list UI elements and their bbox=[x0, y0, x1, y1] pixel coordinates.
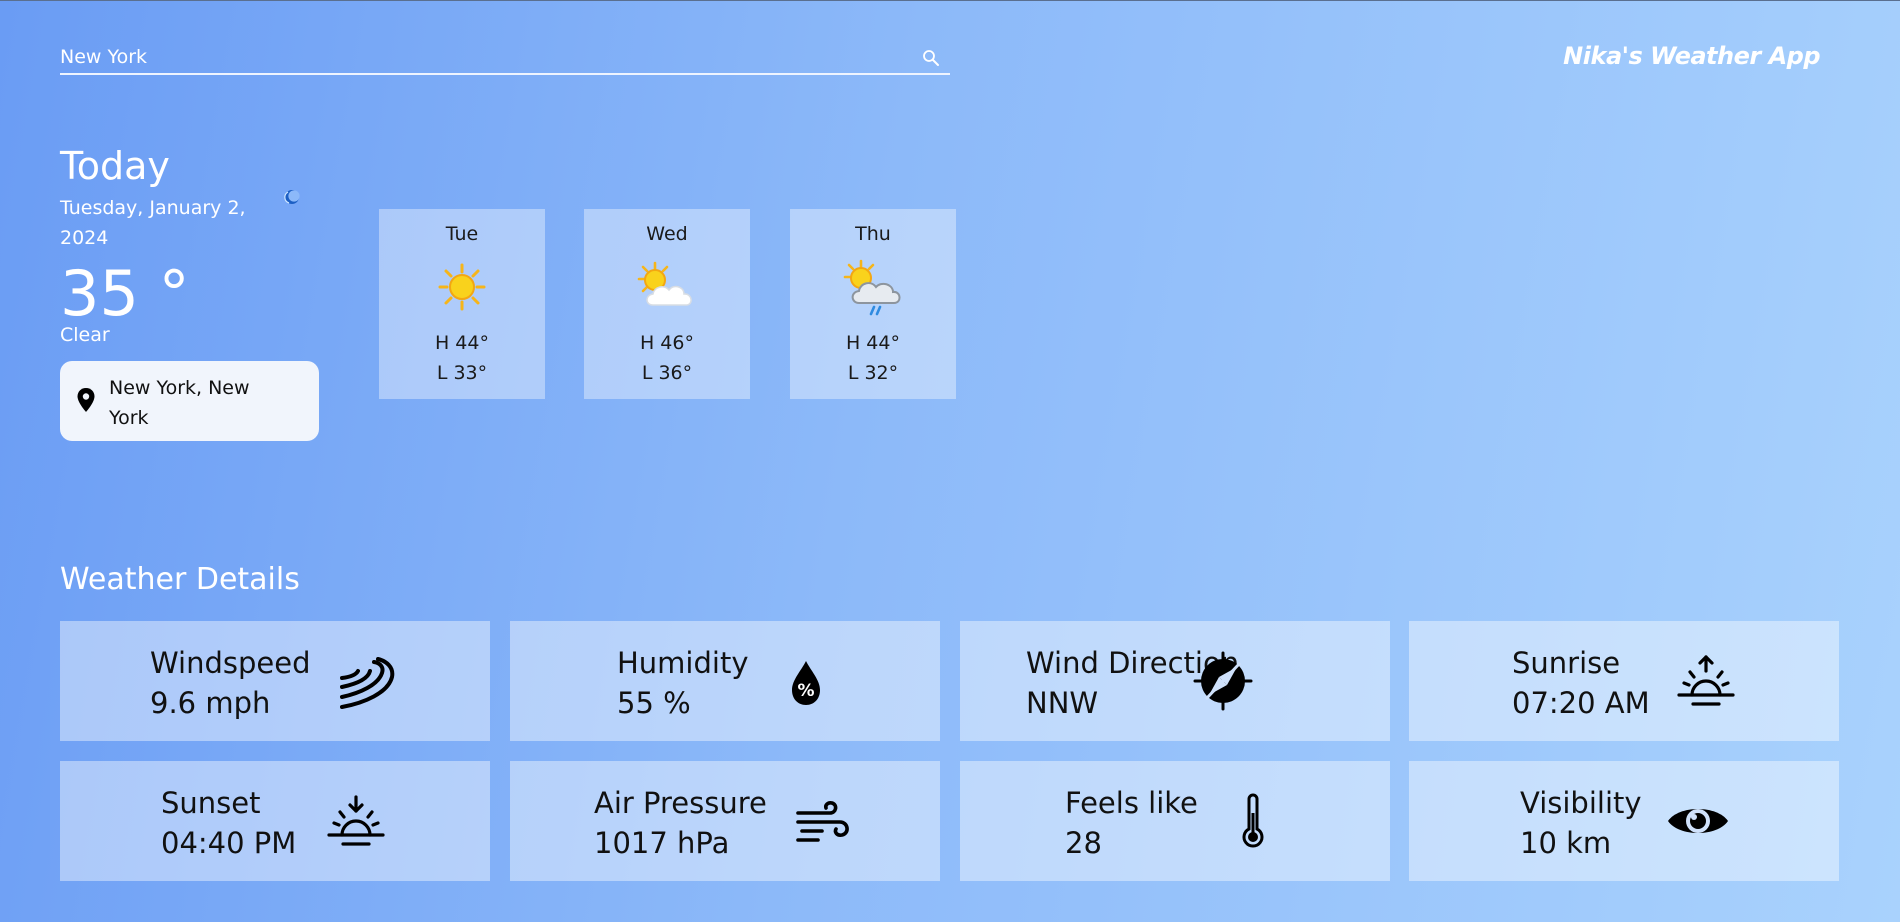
detail-value: 04:40 PM bbox=[161, 826, 297, 860]
eye-icon bbox=[1667, 791, 1729, 851]
today-heading: Today bbox=[60, 144, 170, 188]
detail-card-wind-direction: Wind Direction NNW bbox=[960, 621, 1390, 741]
forecast-card-tue: Tue H 44° L 33° bbox=[379, 209, 545, 399]
forecast-high: H 46° bbox=[639, 332, 694, 354]
detail-value: 28 bbox=[1065, 826, 1102, 860]
forecast-day: Tue bbox=[445, 223, 479, 245]
forecast-low: L 36° bbox=[641, 362, 693, 384]
search-bar bbox=[60, 42, 950, 75]
sunrise-icon bbox=[1675, 651, 1737, 711]
thermometer-icon bbox=[1222, 791, 1284, 851]
detail-card-sunrise: Sunrise 07:20 AM bbox=[1409, 621, 1839, 741]
app-title: Nika's Weather App bbox=[1563, 42, 1820, 70]
detail-label: Humidity bbox=[617, 646, 749, 680]
location-card: New York, New York bbox=[60, 361, 319, 441]
location-label: New York, New York bbox=[109, 377, 250, 429]
detail-card-windspeed: Windspeed 9.6 mph bbox=[60, 621, 490, 741]
detail-value: 07:20 AM bbox=[1512, 686, 1650, 720]
detail-label: Windspeed bbox=[150, 646, 311, 680]
detail-value: 1017 hPa bbox=[594, 826, 730, 860]
detail-card-humidity: Humidity 55 % % bbox=[510, 621, 940, 741]
today-date: Tuesday, January 2, 2024 bbox=[60, 197, 246, 249]
detail-card-feels-like: Feels like 28 bbox=[960, 761, 1390, 881]
sunset-icon bbox=[325, 791, 387, 851]
window-top-border bbox=[0, 0, 1900, 1]
detail-label: Sunset bbox=[161, 786, 261, 820]
detail-label: Feels like bbox=[1065, 786, 1198, 820]
detail-value: 9.6 mph bbox=[150, 686, 271, 720]
partly-cloudy-icon bbox=[631, 257, 703, 317]
forecast-day: Thu bbox=[855, 223, 891, 245]
detail-card-sunset: Sunset 04:40 PM bbox=[60, 761, 490, 881]
detail-card-air-pressure: Air Pressure 1017 hPa bbox=[510, 761, 940, 881]
forecast-card-wed: Wed H 46° L 36° bbox=[584, 209, 750, 399]
current-condition: Clear bbox=[60, 324, 110, 346]
forecast-low: L 33° bbox=[436, 362, 488, 384]
forecast-day: Wed bbox=[646, 223, 688, 245]
detail-value: 55 % bbox=[617, 686, 691, 720]
forecast-card-thu: Thu H 44° L 32° bbox=[790, 209, 956, 399]
compass-icon bbox=[1192, 651, 1254, 711]
forecast-high: H 44° bbox=[434, 332, 489, 354]
moon-icon bbox=[283, 188, 301, 206]
forecast-high: H 44° bbox=[845, 332, 900, 354]
forecast-low: L 32° bbox=[847, 362, 899, 384]
location-pin-icon bbox=[76, 387, 96, 413]
detail-card-visibility: Visibility 10 km bbox=[1409, 761, 1839, 881]
wind-swirl-icon bbox=[336, 651, 398, 711]
svg-text:%: % bbox=[797, 681, 814, 701]
detail-label: Visibility bbox=[1520, 786, 1642, 820]
air-pressure-icon bbox=[792, 791, 854, 851]
sun-icon bbox=[426, 257, 498, 317]
current-temperature: 35 ° bbox=[60, 257, 190, 330]
sun-cloud-rain-icon bbox=[837, 257, 909, 317]
search-icon[interactable] bbox=[922, 49, 940, 67]
humidity-drop-icon: % bbox=[775, 651, 837, 711]
weather-details-heading: Weather Details bbox=[60, 562, 300, 597]
detail-label: Air Pressure bbox=[594, 786, 767, 820]
detail-value: 10 km bbox=[1520, 826, 1612, 860]
search-input[interactable] bbox=[60, 42, 900, 72]
detail-label: Sunrise bbox=[1512, 646, 1621, 680]
